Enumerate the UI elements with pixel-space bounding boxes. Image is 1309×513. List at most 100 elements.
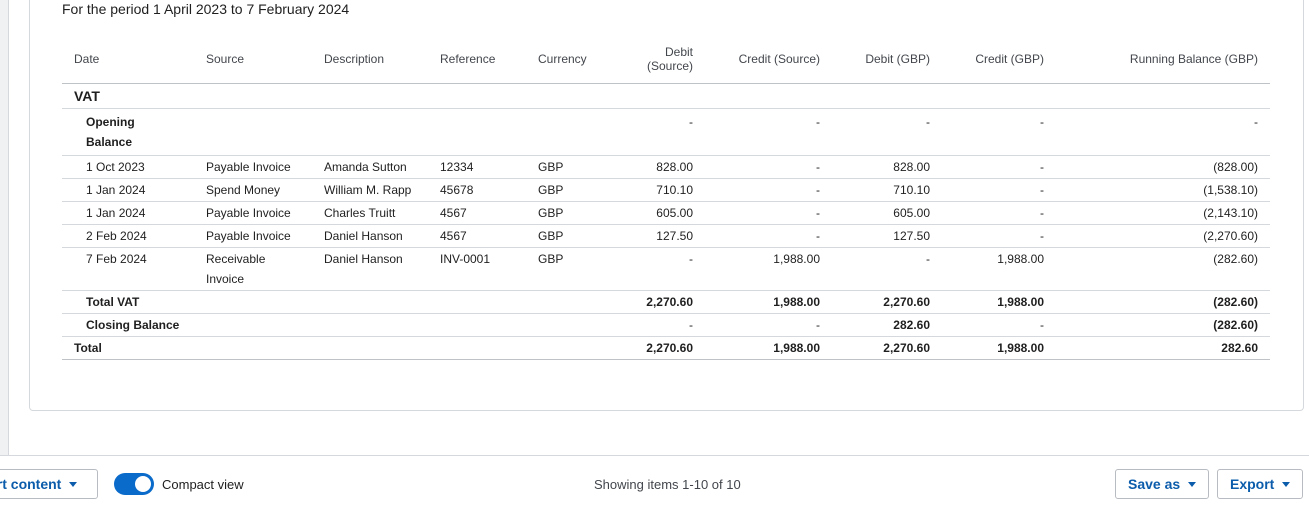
closing-balance-label: Closing Balance	[62, 313, 194, 337]
closing-running-balance: (282.60)	[1056, 313, 1270, 337]
save-as-button[interactable]: Save as	[1115, 469, 1210, 499]
closing-credit-source: -	[705, 313, 832, 337]
cell-currency: GBP	[526, 201, 610, 225]
chevron-down-icon	[1282, 481, 1291, 487]
compact-view-toggle[interactable]	[114, 473, 154, 495]
grand-total-debit-source: 2,270.60	[610, 336, 705, 360]
grand-total-label: Total	[62, 336, 194, 360]
cell-source: Payable Invoice	[194, 155, 312, 179]
chevron-down-icon	[1188, 481, 1197, 487]
opening-balance-row: Opening Balance - - - - -	[62, 108, 1270, 156]
column-header-reference[interactable]: Reference	[428, 35, 526, 84]
table-row[interactable]: 1 Jan 2024 Payable Invoice Charles Truit…	[62, 201, 1270, 225]
total-vat-debit-gbp: 2,270.60	[832, 290, 942, 314]
cell-debit-source: 710.10	[610, 178, 705, 202]
cell-source: Receivable Invoice	[194, 247, 312, 291]
cell-credit-gbp: -	[942, 224, 1056, 248]
table-header-row: Date Source Description Reference Curren…	[62, 35, 1270, 84]
closing-debit-source: -	[610, 313, 705, 337]
cell-currency: GBP	[526, 224, 610, 248]
cell-currency: GBP	[526, 247, 610, 291]
cell-running-balance: (2,270.60)	[1056, 224, 1270, 248]
cell-debit-source: 828.00	[610, 155, 705, 179]
cell-credit-source: 1,988.00	[705, 247, 832, 291]
cell-currency: GBP	[526, 155, 610, 179]
cell-source: Spend Money	[194, 178, 312, 202]
cell-debit-gbp: 605.00	[832, 201, 942, 225]
grand-total-credit-gbp: 1,988.00	[942, 336, 1056, 360]
column-header-description[interactable]: Description	[312, 35, 428, 84]
cell-date: 1 Oct 2023	[62, 155, 194, 179]
closing-balance-row: Closing Balance - - 282.60 - (282.60)	[62, 313, 1270, 337]
opening-running-balance: -	[1056, 108, 1270, 156]
column-header-credit-gbp[interactable]: Credit (GBP)	[942, 35, 1056, 84]
cell-reference[interactable]: 12334	[428, 155, 526, 179]
grand-total-running-balance: 282.60	[1056, 336, 1270, 360]
total-vat-row: Total VAT 2,270.60 1,988.00 2,270.60 1,9…	[62, 290, 1270, 314]
cell-description[interactable]: William M. Rapp	[312, 178, 428, 202]
total-vat-running-balance: (282.60)	[1056, 290, 1270, 314]
opening-debit-source: -	[610, 108, 705, 156]
column-header-running-balance[interactable]: Running Balance (GBP)	[1056, 35, 1270, 84]
grand-total-debit-gbp: 2,270.60	[832, 336, 942, 360]
opening-balance-label: Opening Balance	[62, 108, 194, 156]
chevron-down-icon	[69, 481, 78, 487]
cell-credit-gbp: -	[942, 178, 1056, 202]
column-header-currency[interactable]: Currency	[526, 35, 610, 84]
cell-reference[interactable]: INV-0001	[428, 247, 526, 291]
cell-description[interactable]: Daniel Hanson	[312, 247, 428, 291]
cell-running-balance: (1,538.10)	[1056, 178, 1270, 202]
cell-date: 7 Feb 2024	[62, 247, 194, 291]
cell-debit-source: -	[610, 247, 705, 291]
cell-description[interactable]: Daniel Hanson	[312, 224, 428, 248]
grand-total-credit-source: 1,988.00	[705, 336, 832, 360]
column-header-debit-gbp[interactable]: Debit (GBP)	[832, 35, 942, 84]
column-header-debit-source[interactable]: Debit (Source)	[610, 35, 705, 84]
cell-debit-gbp: -	[832, 247, 942, 291]
cell-date: 2 Feb 2024	[62, 224, 194, 248]
report-period: For the period 1 April 2023 to 7 Februar…	[62, 1, 350, 17]
cell-debit-gbp: 710.10	[832, 178, 942, 202]
cell-credit-gbp: -	[942, 155, 1056, 179]
cell-credit-source: -	[705, 201, 832, 225]
insert-content-button[interactable]: ert content	[0, 469, 98, 499]
cell-source: Payable Invoice	[194, 224, 312, 248]
pagination-status: Showing items 1-10 of 10	[594, 477, 741, 492]
cell-running-balance: (828.00)	[1056, 155, 1270, 179]
table-row[interactable]: 1 Jan 2024 Spend Money William M. Rapp 4…	[62, 178, 1270, 202]
cell-credit-source: -	[705, 155, 832, 179]
export-button[interactable]: Export	[1217, 469, 1304, 499]
table-row[interactable]: 7 Feb 2024 Receivable Invoice Daniel Han…	[62, 247, 1270, 291]
insert-content-label: ert content	[0, 476, 62, 492]
section-title: VAT	[62, 83, 1270, 109]
cell-credit-gbp: 1,988.00	[942, 247, 1056, 291]
cell-reference[interactable]: 4567	[428, 201, 526, 225]
export-label: Export	[1230, 476, 1275, 492]
section-header-row: VAT	[62, 83, 1270, 109]
opening-debit-gbp: -	[832, 108, 942, 156]
opening-credit-gbp: -	[942, 108, 1056, 156]
closing-debit-gbp: 282.60	[832, 313, 942, 337]
cell-credit-source: -	[705, 178, 832, 202]
cell-debit-gbp: 127.50	[832, 224, 942, 248]
save-as-label: Save as	[1128, 476, 1181, 492]
cell-running-balance: (282.60)	[1056, 247, 1270, 291]
total-vat-credit-source: 1,988.00	[705, 290, 832, 314]
table-row[interactable]: 2 Feb 2024 Payable Invoice Daniel Hanson…	[62, 224, 1270, 248]
total-vat-credit-gbp: 1,988.00	[942, 290, 1056, 314]
cell-debit-source: 605.00	[610, 201, 705, 225]
closing-credit-gbp: -	[942, 313, 1056, 337]
table-row[interactable]: 1 Oct 2023 Payable Invoice Amanda Sutton…	[62, 155, 1270, 179]
column-header-credit-source[interactable]: Credit (Source)	[705, 35, 832, 84]
column-header-source[interactable]: Source	[194, 35, 312, 84]
cell-reference[interactable]: 45678	[428, 178, 526, 202]
toggle-knob	[135, 476, 151, 492]
column-header-date[interactable]: Date	[62, 35, 194, 84]
cell-description[interactable]: Amanda Sutton	[312, 155, 428, 179]
cell-reference[interactable]: 4567	[428, 224, 526, 248]
cell-source: Payable Invoice	[194, 201, 312, 225]
total-vat-debit-source: 2,270.60	[610, 290, 705, 314]
opening-credit-source: -	[705, 108, 832, 156]
cell-credit-source: -	[705, 224, 832, 248]
cell-description[interactable]: Charles Truitt	[312, 201, 428, 225]
